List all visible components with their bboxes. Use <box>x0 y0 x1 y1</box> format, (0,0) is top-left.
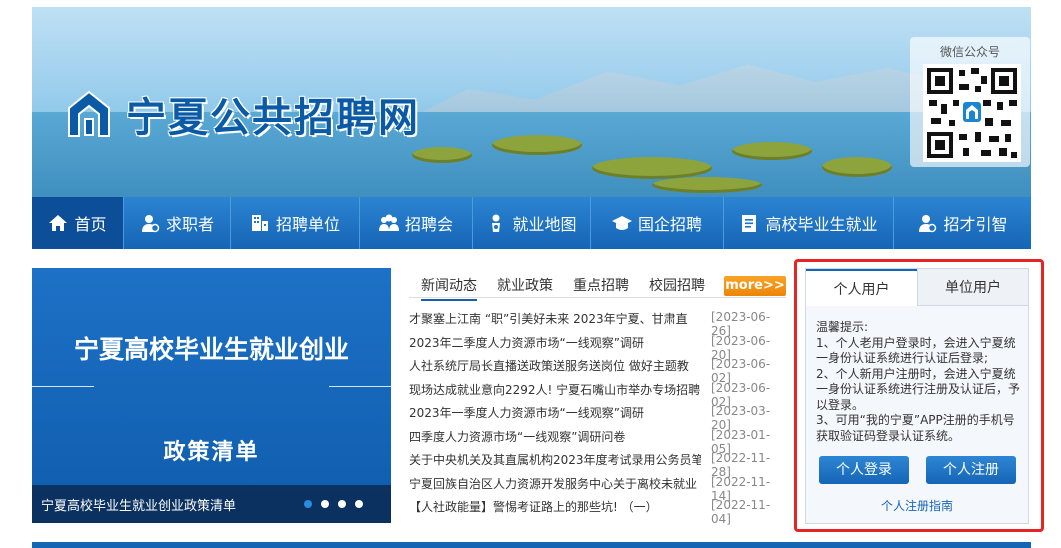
tip-line: 3、可用“我的宁夏”APP注册的手机号获取验证码登录认证系统。 <box>816 413 1015 443</box>
nav-item-home[interactable]: 首页 <box>32 197 124 249</box>
list-item[interactable]: 宁夏回族自治区人力资源开发服务中心关于离校未就业 [2022-11-14] <box>409 472 786 503</box>
policy-slider[interactable]: 宁夏高校毕业生就业创业 政策清单 宁夏高校毕业生就业创业政策清单 <box>32 268 391 523</box>
slide-title: 宁夏高校毕业生就业创业 <box>73 335 349 364</box>
main-nav: 首页 求职者 招聘单位 招聘会 就业地图 国企招聘 高校毕业生就业 招才引智 <box>32 197 1031 249</box>
slider-dot[interactable] <box>338 500 346 508</box>
nav-item-label: 招聘会 <box>404 215 453 234</box>
site-logo[interactable]: 宁夏公共招聘网 <box>64 85 420 143</box>
news-list: 才聚塞上江南 “职”引美好未来 2023年宁夏、甘肃直 [2023-06-26] … <box>409 307 786 526</box>
nav-item-label: 就业地图 <box>512 215 577 234</box>
tip-line: 2、个人新用户注册时，会进入宁夏统一身份认证系统进行注册及认证后，予以登录。 <box>816 366 1021 412</box>
banner-island <box>592 157 712 179</box>
talent-icon <box>919 215 937 233</box>
site-title: 宁夏公共招聘网 <box>126 94 420 141</box>
slider-dot[interactable] <box>304 500 312 508</box>
tab-employer-user[interactable]: 单位用户 <box>917 269 1028 306</box>
nav-item-job-map[interactable]: 就业地图 <box>473 197 591 249</box>
slide-subtitle: 政策清单 <box>163 439 260 465</box>
slide-caption-bar: 宁夏高校毕业生就业创业政策清单 <box>32 485 391 523</box>
list-item[interactable]: 现场达成就业意向2292人! 宁夏石嘴山市举办专场招聘 [2023-06-02] <box>409 378 786 409</box>
tab-news[interactable]: 新闻动态 <box>421 275 477 301</box>
slider-dot[interactable] <box>355 500 363 508</box>
banner-island <box>652 177 762 193</box>
banner-mountains <box>412 64 972 117</box>
tip-line: 1、个人老用户登录时，会进入宁夏统一身份认证系统进行认证后登录; <box>816 335 1016 366</box>
personal-login-button[interactable]: 个人登录 <box>819 456 909 484</box>
qr-caption: 微信公众号 <box>939 45 1000 59</box>
list-item[interactable]: 关于中央机关及其直属机构2023年度考试录用公务员笔 [2022-11-28] <box>409 448 786 479</box>
graduation-cap-icon <box>611 216 632 230</box>
register-guide-link[interactable]: 个人注册指南 <box>806 497 1028 514</box>
group-icon <box>378 214 399 231</box>
tip-line: 温馨提示: <box>816 320 869 334</box>
login-tips: 温馨提示: 1、个人老用户登录时，会进入宁夏统一身份认证系统进行认证后登录; 2… <box>816 320 1021 444</box>
news-title[interactable]: 才聚塞上江南 “职”引美好未来 2023年宁夏、甘肃直 <box>409 310 701 327</box>
personal-register-button[interactable]: 个人注册 <box>926 456 1016 484</box>
slide-divider <box>329 386 391 387</box>
nav-item-job-fair[interactable]: 招聘会 <box>360 197 473 249</box>
user-icon <box>141 215 160 233</box>
banner-island <box>732 142 812 160</box>
list-item[interactable]: 四季度人力资源市场“一线观察”调研问卷 [2023-01-05] <box>409 425 786 456</box>
list-item[interactable]: 2023年一季度人力资源市场“一线观察”调研 [2023-03-20] <box>409 401 786 432</box>
list-item[interactable]: 才聚塞上江南 “职”引美好未来 2023年宁夏、甘肃直 [2023-06-26] <box>409 307 786 338</box>
list-item[interactable]: 【人社政能量】警惕考证路上的那些坑! （一） [2022-11-04] <box>409 495 786 526</box>
nav-item-label: 求职者 <box>165 215 214 234</box>
news-tabs: 新闻动态 就业政策 重点招聘 校园招聘 more>> <box>409 270 786 301</box>
slider-dot[interactable] <box>321 500 329 508</box>
more-button[interactable]: more>> <box>724 276 786 296</box>
nav-item-graduate-employment[interactable]: 高校毕业生就业 <box>724 197 894 249</box>
news-title[interactable]: 【人社政能量】警惕考证路上的那些坑! （一） <box>409 498 701 515</box>
nav-item-label: 国企招聘 <box>637 215 702 234</box>
logo-emblem-icon <box>68 90 110 137</box>
news-title[interactable]: 四季度人力资源市场“一线观察”调研问卷 <box>409 428 701 445</box>
document-icon <box>742 215 757 232</box>
news-title[interactable]: 关于中央机关及其直属机构2023年度考试录用公务员笔 <box>409 451 701 468</box>
slide-divider <box>32 386 94 387</box>
nav-item-jobseeker[interactable]: 求职者 <box>124 197 231 249</box>
nav-item-soe-recruitment[interactable]: 国企招聘 <box>591 197 724 249</box>
banner-island <box>412 147 472 163</box>
news-title[interactable]: 人社系统厅局长直播送政策送服务送岗位 做好主题教 <box>409 357 701 374</box>
tab-campus-recruitment[interactable]: 校园招聘 <box>649 275 705 295</box>
bottom-divider <box>32 542 1031 548</box>
banner-island <box>492 135 582 155</box>
nav-item-label: 首页 <box>74 215 107 234</box>
login-panel: 个人用户 单位用户 温馨提示: 1、个人老用户登录时，会进入宁夏统一身份认证系统… <box>805 268 1029 524</box>
news-title[interactable]: 现场达成就业意向2292人! 宁夏石嘴山市举办专场招聘 <box>409 381 701 398</box>
qr-code-icon <box>923 64 1021 162</box>
home-icon <box>49 215 68 231</box>
list-item[interactable]: 人社系统厅局长直播送政策送服务送岗位 做好主题教 [2023-06-02] <box>409 354 786 385</box>
news-title[interactable]: 2023年一季度人力资源市场“一线观察”调研 <box>409 404 701 421</box>
slide-caption[interactable]: 宁夏高校毕业生就业创业政策清单 <box>41 495 236 514</box>
nav-item-label: 招才引智 <box>943 215 1008 234</box>
nav-item-talent[interactable]: 招才引智 <box>894 197 1031 249</box>
login-tabs: 个人用户 单位用户 <box>806 269 1028 306</box>
news-panel: 新闻动态 就业政策 重点招聘 校园招聘 more>> 才聚塞上江南 “职”引美好… <box>409 270 786 530</box>
slider-dots <box>304 500 363 508</box>
tab-policy[interactable]: 就业政策 <box>497 275 553 295</box>
nav-item-label: 高校毕业生就业 <box>765 215 878 234</box>
tab-key-recruitment[interactable]: 重点招聘 <box>573 275 629 295</box>
nav-item-employer[interactable]: 招聘单位 <box>231 197 360 249</box>
list-item[interactable]: 2023年二季度人力资源市场“一线观察”调研 [2023-06-20] <box>409 331 786 362</box>
tab-personal-user[interactable]: 个人用户 <box>806 269 917 306</box>
news-title[interactable]: 2023年二季度人力资源市场“一线观察”调研 <box>409 334 701 351</box>
news-title[interactable]: 宁夏回族自治区人力资源开发服务中心关于离校未就业 <box>409 475 701 492</box>
nav-item-label: 招聘单位 <box>275 215 340 234</box>
banner-island <box>822 157 892 177</box>
map-icon <box>492 214 501 232</box>
building-icon <box>251 215 268 231</box>
wechat-qr-panel: 微信公众号 <box>910 37 1030 167</box>
header-banner: 宁夏公共招聘网 微信公众号 <box>32 7 1031 197</box>
news-date: [2022-11-04] <box>711 498 771 526</box>
